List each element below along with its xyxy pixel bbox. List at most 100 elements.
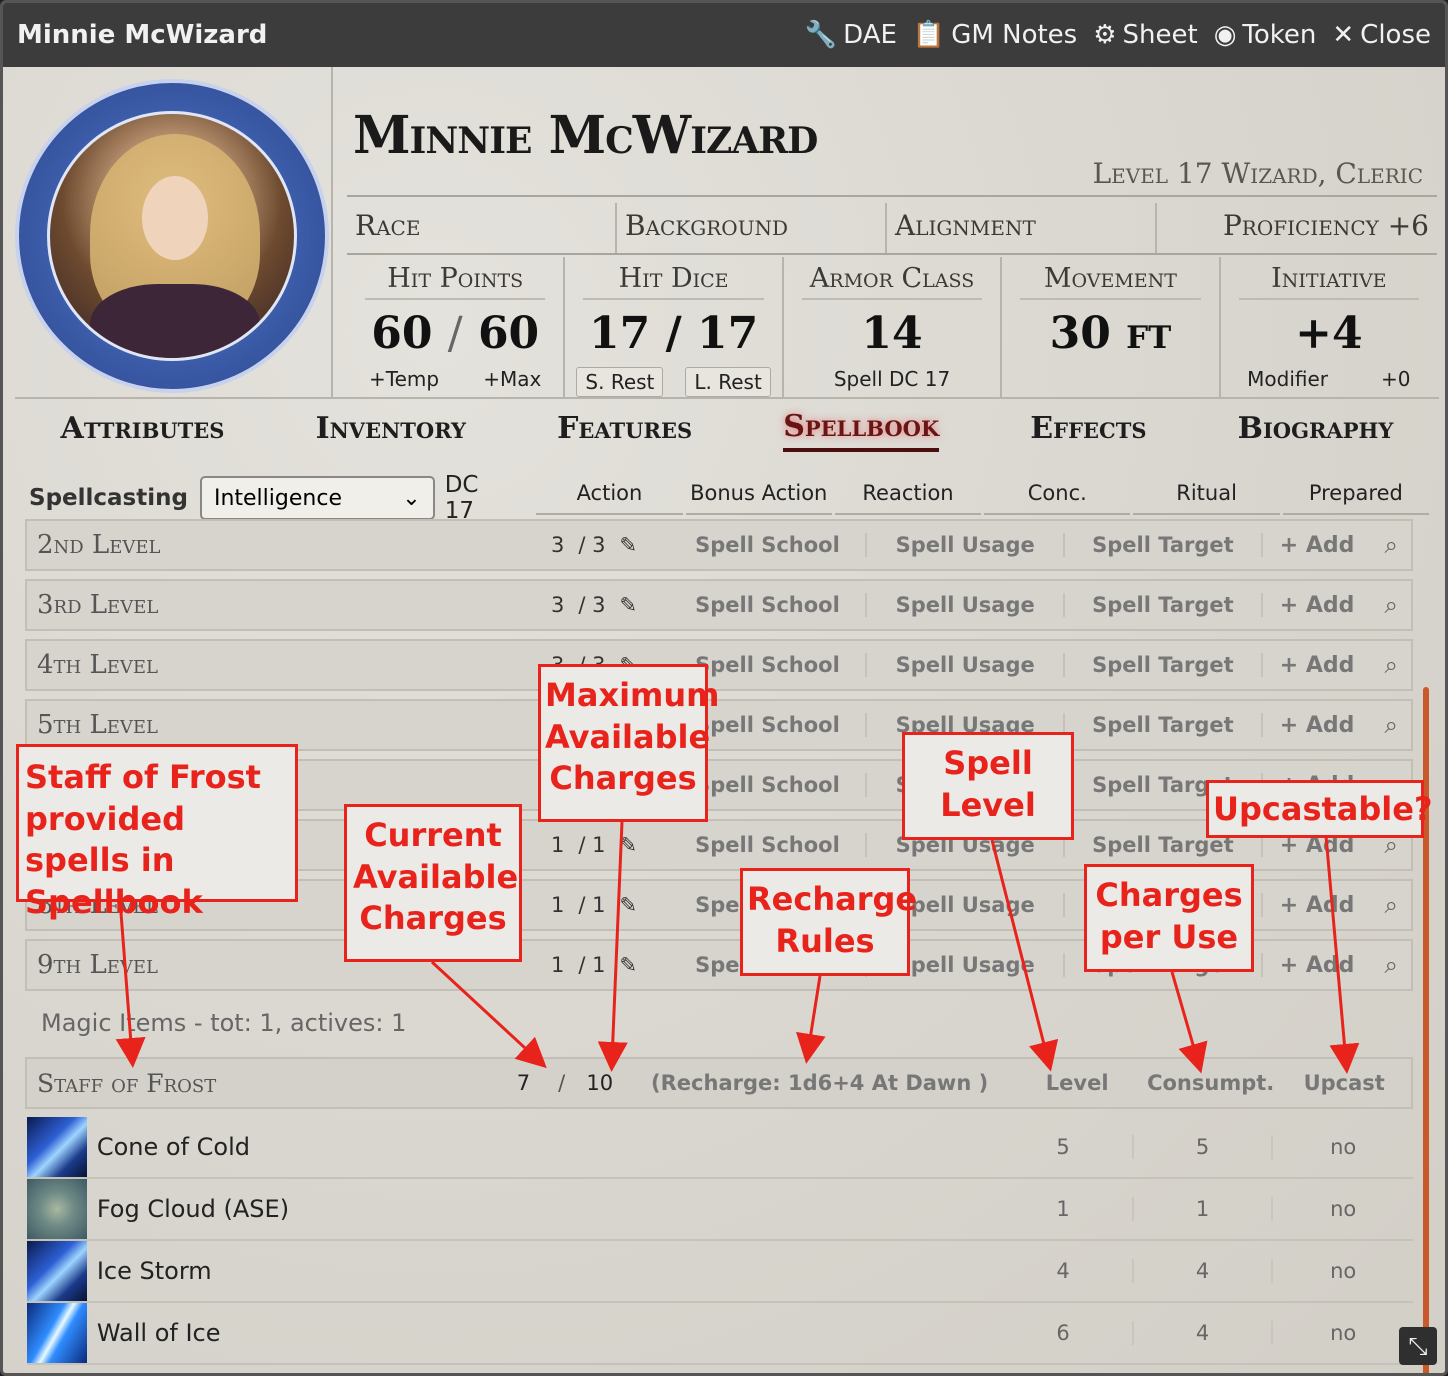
hp-current[interactable]: 60: [371, 308, 432, 359]
slot-current[interactable]: 1: [551, 953, 564, 977]
spell-level-row[interactable]: 8th Level 1 / 1 ✎ Spell School Spell Usage…: [25, 879, 1413, 931]
search-icon[interactable]: ⌕: [1371, 531, 1411, 559]
search-icon[interactable]: ⌕: [1371, 951, 1411, 979]
charges-current[interactable]: 7: [504, 1071, 542, 1095]
add-spell-button[interactable]: + Add: [1263, 593, 1372, 618]
spell-level-row[interactable]: 6th Level 1 / 1 ✎ Spell School Spell Usage…: [25, 759, 1413, 811]
initiative-value[interactable]: +4: [1221, 308, 1437, 359]
spell-upcast: no: [1330, 1135, 1357, 1159]
titlebar: Minnie McWizard 🔧 DAE 📋 GM Notes ⚙ Sheet ◉ T…: [3, 3, 1445, 67]
spell-level-row[interactable]: 4th Level 3 / 3 ✎ Spell School Spell Usage…: [25, 639, 1413, 691]
slot-max: / 1: [578, 953, 606, 977]
alignment-field[interactable]: Alignment: [887, 203, 1157, 253]
spell-level-row[interactable]: 2nd Level 3 / 3 ✎ Spell School Spell Usage…: [25, 519, 1413, 571]
long-rest-button[interactable]: L. Rest: [685, 367, 771, 397]
tab-inventory[interactable]: Inventory: [316, 411, 466, 450]
initiative-modifier[interactable]: +0: [1381, 367, 1410, 391]
slot-current[interactable]: 3: [551, 593, 564, 617]
gm-notes-button[interactable]: 📋 GM Notes: [913, 20, 1077, 50]
spell-name[interactable]: Fog Cloud (ASE): [97, 1195, 994, 1223]
search-icon[interactable]: ⌕: [1371, 831, 1411, 859]
ice-shard-icon[interactable]: [27, 1117, 87, 1177]
add-spell-button[interactable]: + Add: [1263, 653, 1372, 678]
magic-item-spell-row[interactable]: Ice Storm 4 4 no: [27, 1241, 1413, 1303]
filter-ritual[interactable]: Ritual: [1133, 481, 1280, 515]
filter-concentration[interactable]: Conc.: [984, 481, 1131, 515]
background-field[interactable]: Background: [617, 203, 887, 253]
edit-icon[interactable]: ✎: [619, 893, 637, 917]
add-spell-button[interactable]: + Add: [1263, 713, 1372, 738]
add-spell-button[interactable]: + Add: [1263, 953, 1372, 978]
search-icon[interactable]: ⌕: [1371, 651, 1411, 679]
add-spell-button[interactable]: + Add: [1263, 533, 1372, 558]
filter-bonus-action[interactable]: Bonus Action: [685, 481, 832, 515]
sheet-tabs: Attributes Inventory Features Spellbook …: [15, 397, 1439, 461]
search-icon[interactable]: ⌕: [1371, 591, 1411, 619]
search-icon[interactable]: ⌕: [1371, 771, 1411, 799]
hp-temp[interactable]: +Temp: [369, 367, 439, 391]
slot-current[interactable]: 3: [551, 533, 564, 557]
spell-level-row[interactable]: 5th Level 2 / 2 ✎ Spell School Spell Usage…: [25, 699, 1413, 751]
tab-effects[interactable]: Effects: [1030, 411, 1146, 450]
fog-icon[interactable]: [27, 1179, 87, 1239]
magic-item-spell-row[interactable]: Wall of Ice 6 4 no: [27, 1303, 1413, 1365]
edit-icon[interactable]: ✎: [619, 953, 637, 977]
close-button[interactable]: ✕ Close: [1332, 20, 1431, 50]
spell-slots: 1 / 1 ✎: [551, 953, 670, 977]
spell-name[interactable]: Cone of Cold: [97, 1133, 994, 1161]
spell-school-header: Spell School: [670, 713, 868, 737]
slot-current[interactable]: 1: [551, 833, 564, 857]
token-button[interactable]: ◉ Token: [1214, 20, 1317, 50]
magic-item-spell-row[interactable]: Fog Cloud (ASE) 1 1 no: [27, 1179, 1413, 1241]
filter-action[interactable]: Action: [536, 481, 683, 515]
spell-name[interactable]: Ice Storm: [97, 1257, 994, 1285]
add-spell-button[interactable]: + Add: [1263, 893, 1372, 918]
edit-icon[interactable]: ✎: [619, 593, 637, 617]
window-title: Minnie McWizard: [17, 20, 268, 50]
spell-level-row[interactable]: 3rd Level 3 / 3 ✎ Spell School Spell Usage…: [25, 579, 1413, 631]
race-field[interactable]: Race: [347, 203, 617, 253]
add-spell-button[interactable]: + Add: [1263, 833, 1372, 858]
tab-spellbook[interactable]: Spellbook: [783, 409, 940, 452]
spell-level-row[interactable]: 9th Level 1 / 1 ✎ Spell School Spell Usage…: [25, 939, 1413, 991]
edit-icon[interactable]: ✎: [619, 653, 637, 677]
scrollbar[interactable]: [1423, 687, 1429, 1373]
tab-biography[interactable]: Biography: [1238, 411, 1394, 450]
stats-row: Hit Points 60 / 60 +Temp +Max Hit Dice 17…: [347, 257, 1437, 397]
spell-slots: 1 / 1 ✎: [551, 833, 670, 857]
short-rest-button[interactable]: S. Rest: [576, 367, 664, 397]
search-icon[interactable]: ⌕: [1371, 891, 1411, 919]
hp-tempmax[interactable]: +Max: [483, 367, 541, 391]
hp-max[interactable]: 60: [478, 308, 539, 359]
add-spell-button[interactable]: + Add: [1263, 773, 1372, 798]
edit-icon[interactable]: ✎: [619, 533, 637, 557]
ice-shard-icon[interactable]: [27, 1241, 87, 1301]
search-icon[interactable]: ⌕: [1371, 711, 1411, 739]
ice-wall-icon[interactable]: [27, 1303, 87, 1363]
character-name[interactable]: Minnie McWizard: [353, 105, 818, 166]
spell-level-row[interactable]: 7th Level 1 / 1 ✎ Spell School Spell Usage…: [25, 819, 1413, 871]
tab-attributes[interactable]: Attributes: [61, 411, 225, 450]
edit-icon[interactable]: ✎: [619, 713, 637, 737]
dae-button[interactable]: 🔧 DAE: [805, 20, 897, 50]
slot-current[interactable]: 2: [551, 713, 564, 737]
slot-current[interactable]: 3: [551, 653, 564, 677]
magic-item-name[interactable]: Staff of Frost: [27, 1069, 504, 1098]
resize-handle-icon[interactable]: ⤡: [1399, 1327, 1437, 1365]
character-portrait[interactable]: [15, 79, 329, 393]
magic-item-spell-row[interactable]: Cone of Cold 5 5 no: [27, 1117, 1413, 1179]
sheet-button[interactable]: ⚙ Sheet: [1093, 20, 1197, 50]
movement-value[interactable]: 30 ft: [1002, 308, 1218, 359]
slot-current[interactable]: 1: [551, 893, 564, 917]
recharge-rule[interactable]: (Recharge: 1d6+4 At Dawn ): [629, 1071, 1011, 1095]
tab-features[interactable]: Features: [557, 411, 692, 450]
edit-icon[interactable]: ✎: [619, 833, 637, 857]
spellcasting-ability-select[interactable]: Intelligence ⌄: [199, 476, 435, 520]
spell-name[interactable]: Wall of Ice: [97, 1319, 994, 1347]
filter-reaction[interactable]: Reaction: [834, 481, 982, 515]
close-icon: ✕: [1332, 20, 1355, 50]
filter-prepared[interactable]: Prepared: [1282, 481, 1429, 515]
edit-icon[interactable]: ✎: [619, 773, 637, 797]
slot-current[interactable]: 1: [551, 773, 564, 797]
slot-max: / 1: [578, 773, 606, 797]
